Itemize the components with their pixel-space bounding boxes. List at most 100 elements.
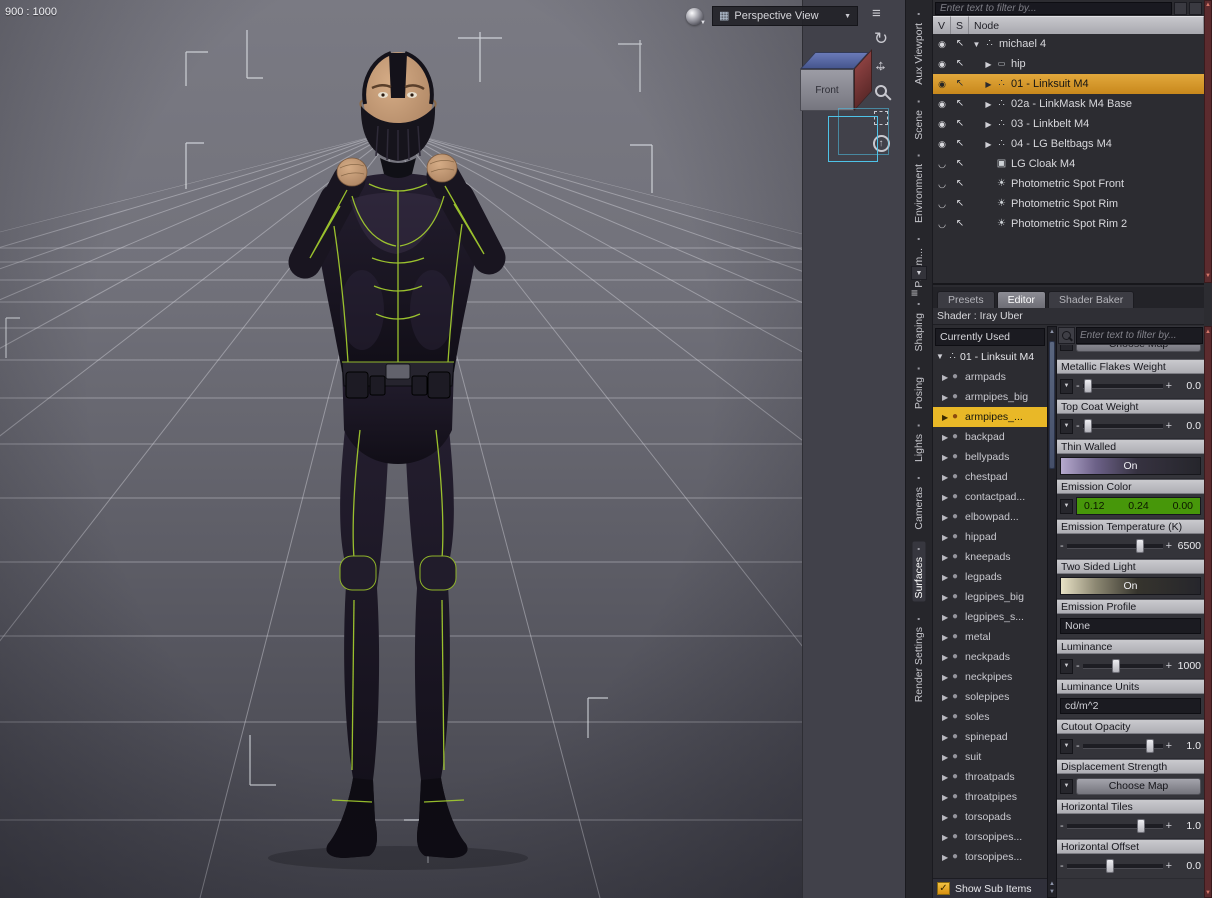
slider-decrement[interactable]: -	[1060, 540, 1064, 552]
side-tab[interactable]: Surfaces ▪	[912, 541, 926, 602]
property-label[interactable]: Top Coat Weight	[1057, 399, 1204, 414]
node-label[interactable]: hip	[1009, 58, 1026, 70]
side-tab[interactable]: Render Settings ▪	[913, 614, 925, 702]
material-row[interactable]: ▶ ● suit	[933, 747, 1047, 767]
scene-filter-input[interactable]: Enter text to filter by...	[935, 2, 1172, 15]
expand-arrow-icon[interactable]: ▶	[942, 613, 952, 622]
camera-view[interactable]: 900 : 1000	[0, 0, 803, 898]
view-cube-front-face[interactable]: Front	[800, 69, 854, 111]
slider-decrement[interactable]: -	[1076, 380, 1080, 392]
property-filter-input[interactable]: Enter text to filter by...	[1076, 327, 1203, 344]
surfaces-tab[interactable]: Editor	[996, 291, 1047, 308]
expand-arrow-icon[interactable]: ▶	[983, 100, 994, 109]
material-list-scrollbar[interactable]: ▲ ▲ ▼	[1047, 326, 1057, 898]
expand-arrow-icon[interactable]: ▶	[942, 433, 952, 442]
scroll-up-icon[interactable]: ▲	[1048, 881, 1056, 887]
material-row[interactable]: ▶ ● torsopipes...	[933, 827, 1047, 847]
expand-arrow-icon[interactable]: ▶	[942, 553, 952, 562]
visibility-toggle[interactable]	[933, 160, 951, 169]
color-swatch[interactable]: 0.12 0.24 0.00	[1076, 497, 1201, 515]
expand-arrow-icon[interactable]: ▶	[942, 473, 952, 482]
expand-arrow-icon[interactable]: ▶	[942, 853, 952, 862]
selectability-toggle[interactable]: ↖	[951, 219, 969, 229]
scene-node-row[interactable]: ↖ ▶ 03 - Linkbelt M4	[933, 114, 1204, 134]
node-label[interactable]: michael 4	[997, 38, 1046, 50]
scroll-down-icon[interactable]: ▼	[1048, 889, 1056, 895]
material-row[interactable]: ▶ ● kneepads	[933, 547, 1047, 567]
orbit-tool-icon[interactable]: ↻	[874, 30, 888, 47]
side-tab[interactable]: Lights ▪	[913, 421, 925, 462]
slider-thumb[interactable]	[1135, 538, 1144, 553]
expand-arrow-icon[interactable]: ▶	[942, 653, 952, 662]
scene-node-row[interactable]: ↖ ▼ michael 4	[933, 34, 1204, 54]
slider-increment[interactable]: +	[1166, 860, 1172, 872]
side-tab[interactable]: Param... ▪	[913, 235, 925, 288]
surfaces-tab[interactable]: Shader Baker	[1048, 291, 1135, 308]
material-row[interactable]: ▶ ● legpads	[933, 567, 1047, 587]
material-row[interactable]: ▶ ● throatpads	[933, 767, 1047, 787]
node-label[interactable]: 02a - LinkMask M4 Base	[1009, 98, 1132, 110]
material-row[interactable]: ▶ ● soles	[933, 707, 1047, 727]
expand-arrow-icon[interactable]: ▶	[942, 533, 952, 542]
selectability-toggle[interactable]: ↖	[951, 59, 969, 69]
expand-arrow-icon[interactable]: ▶	[942, 593, 952, 602]
slider-value[interactable]: 0.0	[1175, 380, 1201, 392]
slider-thumb[interactable]	[1084, 378, 1093, 393]
slider-value[interactable]: 0.0	[1175, 420, 1201, 432]
expand-arrow-icon[interactable]: ▶	[942, 693, 952, 702]
toggle-switch[interactable]: On	[1060, 457, 1201, 475]
property-label[interactable]: Displacement Strength	[1057, 759, 1204, 774]
visibility-toggle[interactable]	[933, 220, 951, 229]
property-dropdown-button[interactable]: ▼	[1060, 498, 1073, 514]
node-label[interactable]: 03 - Linkbelt M4	[1009, 118, 1089, 130]
selectability-toggle[interactable]: ↖	[951, 199, 969, 209]
side-tab[interactable]: Cameras ▪	[913, 474, 925, 530]
property-dropdown-button[interactable]: ▼	[1060, 345, 1073, 351]
slider-increment[interactable]: +	[1166, 820, 1172, 832]
selectability-toggle[interactable]: ↖	[951, 99, 969, 109]
properties-scrollbar[interactable]	[1204, 326, 1212, 898]
scene-node-row[interactable]: ↖ ▶ 02a - LinkMask M4 Base	[933, 94, 1204, 114]
slider-thumb[interactable]	[1105, 858, 1114, 873]
material-row[interactable]: ▶ ● metal	[933, 627, 1047, 647]
scene-node-row[interactable]: ↖ Photometric Spot Rim	[933, 194, 1204, 214]
slider-track[interactable]	[1066, 818, 1163, 833]
expand-arrow-icon[interactable]: ▶	[942, 393, 952, 402]
slider-increment[interactable]: +	[1166, 380, 1172, 392]
material-row[interactable]: ▶ ● solepipes	[933, 687, 1047, 707]
scroll-up-icon[interactable]: ▲	[1204, 2, 1212, 8]
scroll-up-icon[interactable]: ▲	[1204, 329, 1212, 335]
node-label[interactable]: Photometric Spot Rim	[1009, 198, 1118, 210]
scroll-down-icon[interactable]: ▼	[1204, 273, 1212, 279]
expand-arrow-icon[interactable]: ▶	[942, 833, 952, 842]
scene-node-row[interactable]: ↖ Photometric Spot Front	[933, 174, 1204, 194]
property-label[interactable]: Thin Walled	[1057, 439, 1204, 454]
scene-node-row[interactable]: ↖ ▶ hip	[933, 54, 1204, 74]
side-tab[interactable]: Posing ▪	[913, 364, 925, 409]
expand-arrow-icon[interactable]: ▶	[942, 793, 952, 802]
expand-arrow-icon[interactable]: ▶	[942, 493, 952, 502]
visibility-toggle[interactable]	[933, 180, 951, 189]
visibility-toggle[interactable]	[933, 140, 951, 149]
slider-thumb[interactable]	[1084, 418, 1093, 433]
material-row[interactable]: ▶ ● torsopipes...	[933, 847, 1047, 867]
choose-map-button[interactable]: Choose Map	[1076, 345, 1201, 352]
expand-arrow-icon[interactable]: ▼	[935, 352, 945, 361]
material-root-row[interactable]: ▼ 01 - Linksuit M4	[933, 347, 1047, 366]
property-dropdown-button[interactable]: ▼	[1060, 778, 1073, 794]
material-row[interactable]: ▶ ● chestpad	[933, 467, 1047, 487]
value-field[interactable]: None	[1060, 618, 1201, 634]
scene-node-row[interactable]: ↖ Photometric Spot Rim 2	[933, 214, 1204, 234]
slider-value[interactable]: 1000	[1175, 660, 1201, 672]
material-row[interactable]: ▶ ● armpads	[933, 367, 1047, 387]
selectability-toggle[interactable]: ↖	[951, 39, 969, 49]
slider-thumb[interactable]	[1112, 658, 1121, 673]
expand-arrow-icon[interactable]: ▶	[942, 733, 952, 742]
surfaces-tab[interactable]: Presets	[937, 291, 995, 308]
slider-track[interactable]	[1082, 418, 1163, 433]
node-label[interactable]: 01 - Linksuit M4	[1009, 78, 1089, 90]
side-tab[interactable]: Shaping ▪	[913, 300, 925, 352]
side-tab[interactable]: Aux Viewport ▪	[913, 10, 925, 85]
character-model[interactable]	[0, 0, 803, 898]
expand-arrow-icon[interactable]: ▼	[971, 40, 982, 49]
